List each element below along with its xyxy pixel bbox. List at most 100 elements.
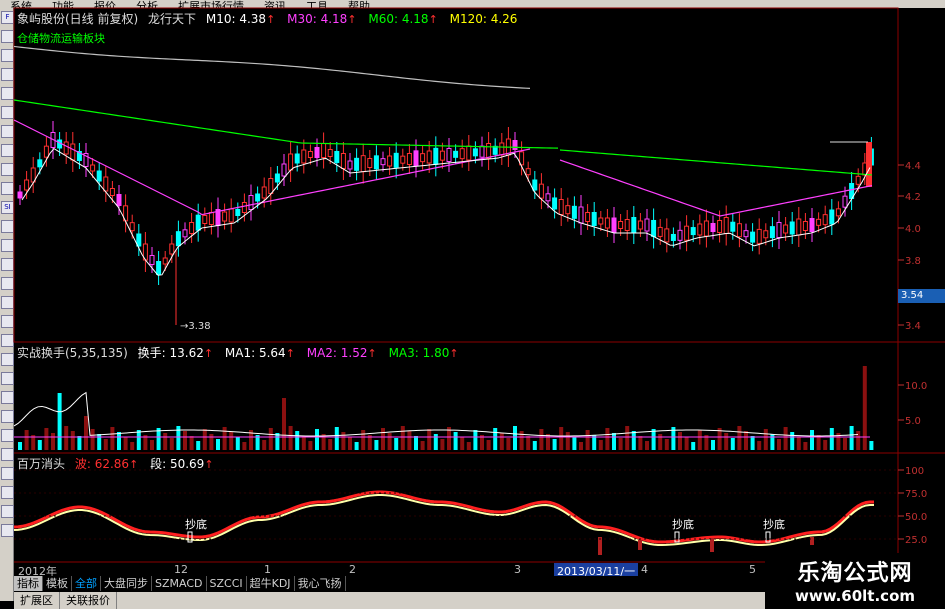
extension-tab[interactable]: 关联报价 [60, 592, 117, 609]
candle [413, 150, 419, 167]
indicator-tab[interactable]: 我心飞扬 [295, 576, 346, 591]
bottom-panel-header: 百万消头 波: 62.86↑ 段: 50.69↑ [17, 455, 220, 472]
candle [796, 218, 802, 236]
turnover-bar [420, 441, 425, 450]
candle [274, 173, 280, 183]
turnover-value: 换手: 13.62 [137, 346, 204, 360]
indicator-tab[interactable]: 超牛KDJ [247, 576, 295, 591]
candle [631, 217, 637, 233]
turnover-bar [123, 437, 128, 450]
candle [208, 212, 214, 225]
candle [598, 217, 604, 225]
up-arrow-icon: ↑ [347, 13, 357, 26]
turnover-bar [625, 426, 630, 450]
indicator-tab[interactable]: SZMACD [152, 576, 207, 591]
turnover-bar [724, 433, 729, 450]
candle [703, 220, 709, 237]
candle [690, 227, 696, 236]
candle [486, 143, 492, 159]
turnover-bar [130, 442, 135, 450]
candle [499, 142, 505, 156]
turnover-bar [51, 433, 55, 450]
up-arrow-icon: ↑ [428, 13, 438, 26]
turnover-bar [262, 440, 267, 450]
turnover-bar [869, 441, 874, 450]
turnover-bar [275, 433, 280, 450]
turnover-bar [770, 434, 775, 450]
stock-chart[interactable]: 4.4 4.2 4.0 3.8 3.4 10.0 5.0 100 75.0 50.0 25.0 →3.… [0, 0, 945, 609]
turnover-bar [150, 440, 154, 450]
turnover-bar [651, 429, 656, 450]
current-price-tag: 3.54 [898, 289, 945, 303]
candle [281, 163, 287, 177]
turnover-bar [849, 426, 854, 450]
candle [380, 158, 386, 166]
ma60-value: M60: 4.18 [368, 12, 429, 26]
extension-tab[interactable]: 扩展区 [14, 592, 60, 609]
candle [393, 152, 399, 168]
candle [268, 178, 274, 194]
turnover-bar [433, 434, 438, 450]
candle [591, 212, 597, 226]
turnover-bar [110, 427, 115, 450]
date-label: 5 [749, 563, 756, 576]
date-label: 3 [514, 563, 521, 576]
turnover-bar [328, 439, 333, 450]
candle [604, 217, 610, 229]
turnover-axis-label: 10.0 [905, 381, 927, 392]
date-label: 2 [349, 563, 356, 576]
indicator-tab[interactable]: 大盘同步 [101, 576, 152, 591]
turnover-bar [209, 434, 214, 450]
candle [585, 212, 591, 222]
turnover-bar [466, 442, 471, 450]
signal-bar [710, 538, 714, 552]
candle [743, 230, 749, 238]
candle [387, 155, 393, 167]
turnover-bar [757, 441, 762, 450]
candle [261, 186, 267, 199]
turnover-bar [381, 428, 385, 450]
turnover-bar [678, 432, 682, 450]
candle [195, 214, 201, 231]
indicator-tab[interactable]: 模板 [43, 576, 72, 591]
turnover-bar [737, 426, 742, 450]
candle [783, 224, 789, 234]
turnover-bar [229, 432, 234, 450]
candle [37, 159, 43, 168]
turnover-bar [565, 432, 570, 450]
indicator-tab[interactable]: 指标 [14, 576, 43, 591]
candle [446, 148, 452, 162]
turnover-bar [202, 429, 207, 450]
turnover-bar [730, 438, 735, 450]
candle [756, 228, 762, 244]
turnover-axis-label: 5.0 [905, 416, 921, 427]
candle [228, 208, 234, 223]
candle [248, 195, 254, 210]
turnover-bar [493, 428, 498, 450]
turnover-bar [783, 427, 788, 450]
candle [116, 194, 122, 206]
candle [307, 151, 313, 158]
turnover-bar [163, 433, 168, 450]
candle [96, 170, 102, 182]
turnover-bar [354, 442, 359, 450]
indicator-tab[interactable]: 全部 [72, 576, 101, 591]
turnover-bar [823, 440, 828, 450]
candle [835, 208, 841, 217]
candle [24, 179, 30, 191]
indicator-tab[interactable]: SZCCI [207, 576, 247, 591]
turnover-bar [414, 436, 418, 450]
turnover-bar [196, 441, 201, 450]
turnover-bar [44, 428, 49, 450]
ma60-line [13, 99, 559, 149]
candle [327, 149, 333, 157]
turnover-bar [24, 430, 29, 450]
candle [532, 179, 538, 191]
candle [816, 218, 822, 226]
turnover-bar [691, 442, 696, 450]
candle [776, 222, 782, 238]
turnover-bar [301, 436, 306, 450]
price-axis-label: 4.4 [905, 161, 921, 172]
stock-title: 象屿股份(日线 前复权) [17, 12, 139, 26]
turnover-bar [829, 428, 834, 450]
